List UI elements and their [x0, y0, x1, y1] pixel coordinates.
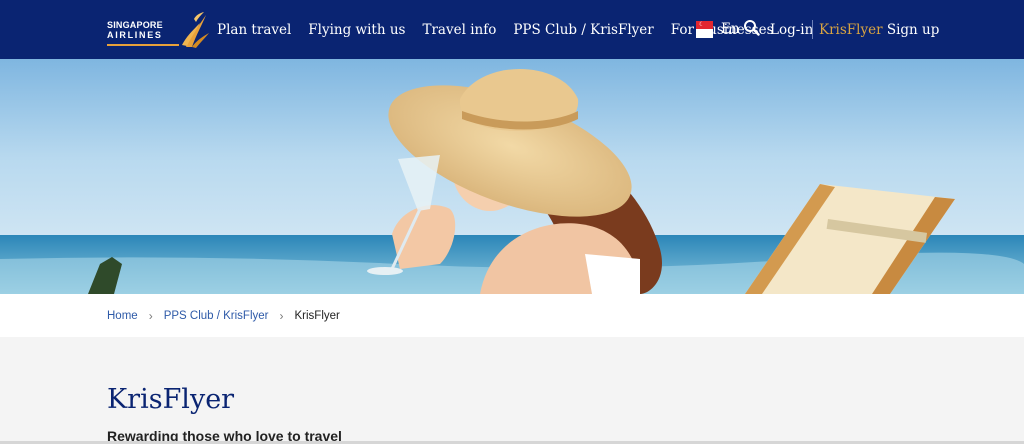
- login-link[interactable]: Log-in: [770, 20, 813, 40]
- breadcrumb-current: KrisFlyer: [294, 310, 340, 322]
- site-header: SINGAPORE AIRLINES Plan travel Flying wi…: [0, 0, 1024, 59]
- logo-underline: [107, 44, 179, 46]
- hero-banner: [0, 59, 1024, 294]
- language-selector[interactable]: En: [721, 19, 740, 39]
- breadcrumb-pps-club-krisflyer[interactable]: PPS Club / KrisFlyer: [164, 309, 269, 323]
- krisflyer-signup-link[interactable]: KrisFlyer Sign up: [819, 20, 939, 40]
- nav-pps-club-krisflyer[interactable]: PPS Club / KrisFlyer: [513, 20, 653, 40]
- breadcrumb-home[interactable]: Home: [107, 309, 138, 323]
- singapore-flag-icon[interactable]: ☾: [696, 21, 713, 38]
- singapore-airlines-logo[interactable]: SINGAPORE AIRLINES: [107, 11, 209, 49]
- breadcrumb: Home › PPS Club / KrisFlyer › KrisFlyer: [107, 309, 340, 323]
- hero-image: [0, 59, 1024, 294]
- header-divider: [812, 20, 813, 39]
- kris-bird-icon: [182, 12, 209, 48]
- nav-flying-with-us[interactable]: Flying with us: [308, 20, 405, 40]
- main-content: KrisFlyer Rewarding those who love to tr…: [0, 337, 1024, 444]
- nav-travel-info[interactable]: Travel info: [422, 20, 496, 40]
- logo-line-1: SINGAPORE: [107, 20, 163, 30]
- signup-text: Sign up: [886, 22, 940, 38]
- breadcrumb-separator: ›: [148, 309, 153, 323]
- search-icon[interactable]: [743, 19, 760, 36]
- nav-plan-travel[interactable]: Plan travel: [217, 20, 291, 40]
- logo-wordmark: SINGAPORE AIRLINES: [107, 20, 179, 40]
- breadcrumb-bar: Home › PPS Club / KrisFlyer › KrisFlyer: [0, 294, 1024, 337]
- breadcrumb-separator: ›: [279, 309, 284, 323]
- logo-line-2: AIRLINES: [107, 30, 163, 40]
- krisflyer-brand-text: KrisFlyer: [819, 22, 883, 38]
- page-title: KrisFlyer: [107, 384, 235, 415]
